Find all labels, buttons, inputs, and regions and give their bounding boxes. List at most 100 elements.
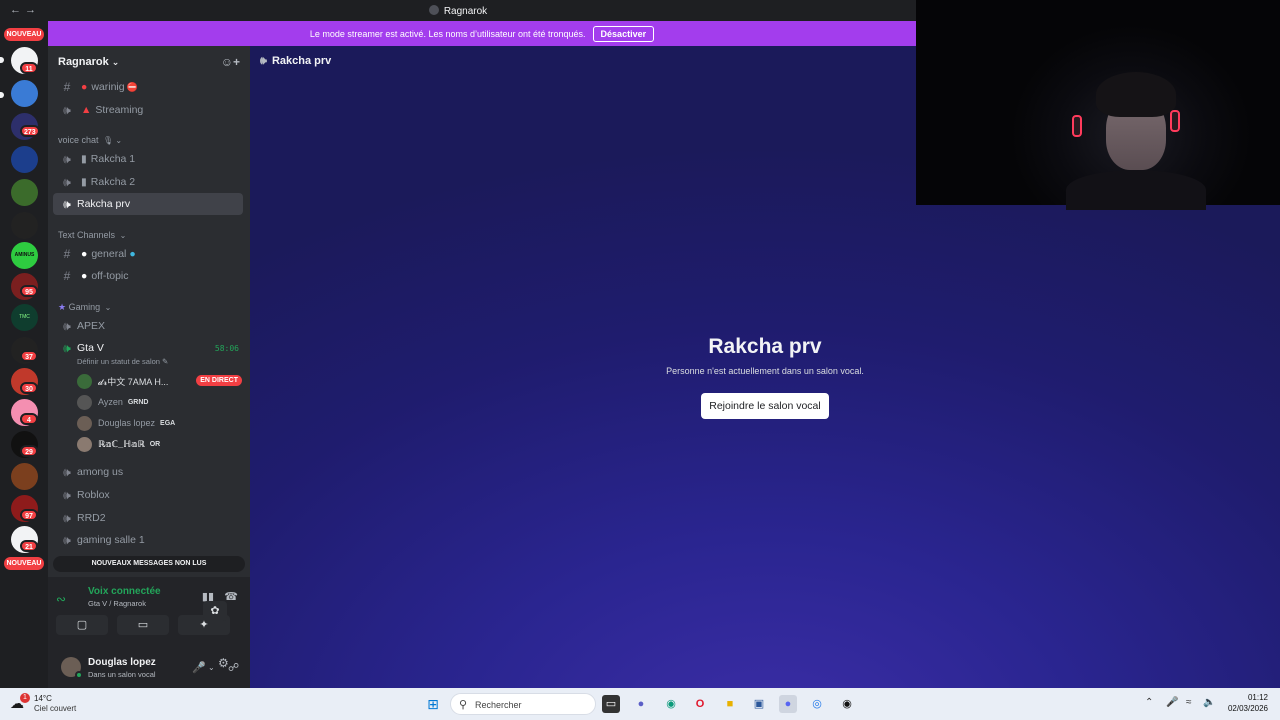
settings-gear-icon[interactable]: ⚙	[218, 656, 229, 670]
server-icon-6[interactable]	[11, 212, 38, 239]
server-name: Ragnarok	[58, 56, 109, 68]
channel-rakcha-2[interactable]: 🕪 ▮ Rakcha 2	[53, 171, 243, 193]
weather-widget[interactable]: ☁ 1 14°C Ciel couvert	[10, 693, 90, 717]
avatar	[77, 415, 92, 431]
voice-user[interactable]: 𝓭𝓻中文 7AMA H...	[77, 371, 168, 391]
clock-time: 01:12	[1247, 693, 1268, 702]
chrome-icon[interactable]: ◎	[808, 695, 826, 713]
voice-connected-label[interactable]: Voix connectée	[88, 586, 161, 597]
channel-among-us[interactable]: 🕪 among us	[53, 461, 243, 483]
new-badge-bottom[interactable]: NOUVEAU	[4, 557, 44, 570]
microphone-icon[interactable]: 🎤	[192, 661, 206, 674]
teams-icon[interactable]: ●	[632, 695, 650, 713]
channel-label: RRD2	[77, 512, 106, 524]
speaker-icon: 🕪	[63, 464, 71, 479]
category-voice-chat[interactable]: voice chat 🎙 ⌄	[58, 135, 122, 145]
edge-browser-icon[interactable]: ◉	[662, 695, 680, 713]
voice-user[interactable]: Ayzen GRND	[77, 392, 148, 412]
channel-roblox[interactable]: 🕪 Roblox	[53, 484, 243, 506]
channel-label: Roblox	[77, 489, 110, 501]
server-icon-tmc[interactable]: TMC Roleplay	[11, 304, 38, 331]
webcam-person-body	[1066, 170, 1206, 210]
new-badge-top[interactable]: NOUVEAU	[4, 28, 44, 41]
channel-label: general	[91, 248, 127, 260]
weather-temp: 14°C	[34, 694, 52, 703]
taskbar-search[interactable]: ⚲ Rechercher	[450, 693, 596, 715]
disconnect-icon[interactable]: ☎	[224, 590, 238, 603]
channel-warning[interactable]: # ● warinig ⛔	[53, 76, 243, 98]
channel-streaming[interactable]: 🕪 ▲ Streaming	[53, 99, 243, 121]
server-icon-5[interactable]	[11, 179, 38, 206]
channel-label: APEX	[77, 320, 106, 332]
search-icon: ⚲	[459, 699, 468, 711]
chevron-up-icon[interactable]: ⌃	[1145, 697, 1153, 708]
headphone-right-icon	[1170, 110, 1180, 132]
soundboard-icon: ✿	[210, 605, 220, 617]
microphone-tray-icon[interactable]: 🎤	[1166, 697, 1178, 708]
avatar	[77, 394, 92, 410]
channel-gaming-salle-1[interactable]: 🕪 gaming salle 1	[53, 529, 243, 551]
server-icon-aminus[interactable]: AMINUS FAMILY	[11, 242, 38, 269]
join-voice-button[interactable]: Rejoindre le salon vocal	[701, 393, 829, 419]
channel-rakcha-prv[interactable]: 🕪 Rakcha prv	[53, 193, 243, 215]
wifi-icon[interactable]: ≈	[1186, 697, 1192, 708]
channel-rrd2[interactable]: 🕪 RRD2	[53, 507, 243, 529]
soundboard-button[interactable]: ✿	[203, 601, 227, 621]
mention-badge: 4	[20, 413, 38, 425]
channel-apex[interactable]: 🕪 APEX	[53, 315, 243, 337]
server-header[interactable]: Ragnarok ⌄ ☺+	[48, 46, 250, 78]
search-placeholder: Rechercher	[475, 700, 522, 710]
store-icon[interactable]: ▣	[750, 695, 768, 713]
discord-icon[interactable]: ●	[779, 695, 797, 713]
server-icon-14[interactable]	[11, 463, 38, 490]
file-explorer-icon[interactable]: ■	[721, 695, 739, 713]
invite-people-icon[interactable]: ☺+	[221, 55, 240, 69]
globe-emoji-icon: ●	[129, 248, 136, 260]
chevron-down-icon[interactable]: ⌄	[208, 663, 215, 672]
live-badge[interactable]: EN DIRECT	[196, 375, 242, 386]
category-gaming[interactable]: ★ Gaming ⌄	[58, 302, 111, 313]
headphones-icon[interactable]: ☍	[228, 661, 239, 674]
voice-user[interactable]: ℝ𝕒ℂ_ℍ𝕒ℝ OR	[77, 434, 160, 454]
share-screen-button[interactable]: ▭	[117, 615, 169, 635]
voice-connection-panel: ∾ Voix connectée Gta V / Ragnarok ▮▮ ☎ ▢…	[48, 577, 250, 688]
channel-label: Rakcha 1	[90, 153, 136, 165]
user-name: 𝓭𝓻中文 7AMA H...	[98, 376, 169, 387]
channel-off-topic[interactable]: # ● off-topic	[53, 265, 243, 287]
megaphone-icon: ▮	[81, 176, 87, 188]
server-icon-4[interactable]	[11, 146, 38, 173]
server-icon-2[interactable]	[11, 80, 38, 107]
speaker-icon: 🕪	[63, 174, 71, 189]
voice-user[interactable]: Douglas lopez EGA	[77, 413, 175, 433]
windows-taskbar: ☁ 1 14°C Ciel couvert ⊞ ⚲ Rechercher ▭ ●…	[0, 688, 1280, 720]
user-tag: EGA	[160, 419, 176, 427]
clock[interactable]: 01:12 02/03/2026	[1228, 692, 1268, 714]
user-name: Douglas lopez	[98, 418, 156, 428]
speaker-icon: 🕪	[63, 487, 71, 502]
empty-channel-text: Personne n'est actuellement dans un salo…	[666, 366, 864, 376]
mention-badge: 37	[20, 350, 38, 362]
windows-start-icon[interactable]: ⊞	[424, 695, 442, 713]
obs-icon[interactable]: ◉	[838, 695, 856, 713]
opera-icon[interactable]: O	[691, 695, 709, 713]
speaker-icon: 🕪	[63, 532, 71, 547]
channel-label: Rakcha prv	[77, 198, 131, 210]
webcam-person-hair	[1096, 72, 1176, 117]
signal-icon[interactable]: ∾	[56, 592, 66, 606]
category-text-channels[interactable]: Text Channels ⌄	[58, 230, 126, 240]
task-view-icon[interactable]: ▭	[602, 695, 620, 713]
user-name[interactable]: Douglas lopez	[88, 657, 156, 668]
user-tag: OR	[149, 440, 161, 448]
set-channel-status[interactable]: Définir un statut de salon ✎	[77, 357, 168, 366]
volume-icon[interactable]: 🔈	[1203, 697, 1215, 708]
hash-icon: #	[63, 269, 71, 283]
channel-rakcha-1[interactable]: 🕪 ▮ Rakcha 1	[53, 148, 243, 170]
disable-streamer-button[interactable]: Désactiver	[592, 25, 655, 42]
camera-off-button[interactable]: ▢	[56, 615, 108, 635]
avatar	[77, 436, 92, 452]
banner-text: Le mode streamer est activé. Les noms d’…	[309, 28, 586, 39]
channel-label: Gta V	[77, 342, 104, 354]
channel-general[interactable]: # ● general ●	[53, 243, 243, 265]
unread-messages-bar[interactable]: NOUVEAUX MESSAGES NON LUS	[53, 556, 245, 572]
channel-label: gaming salle 1	[77, 534, 145, 546]
